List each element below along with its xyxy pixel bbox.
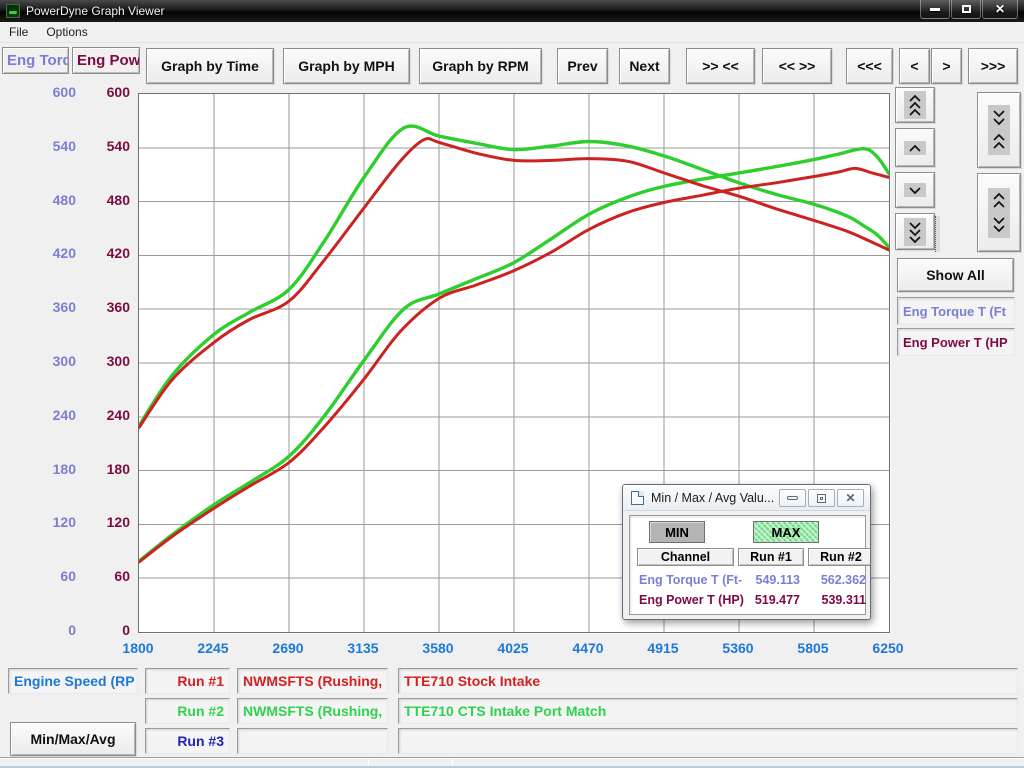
run3-file-box[interactable] xyxy=(237,728,388,754)
y-tick-label: 180 xyxy=(0,461,130,477)
triple-chevron-down-icon xyxy=(904,218,926,246)
x-channel-box[interactable]: Engine Speed (RP xyxy=(8,668,138,694)
menu-bar: File Options xyxy=(0,22,1024,43)
torque-channel-box[interactable]: Eng Torque T (Ft xyxy=(897,297,1015,325)
collapse-vertical-icon xyxy=(988,105,1010,155)
rpm-tick-label: 3580 xyxy=(410,640,466,656)
minmaxavg-button[interactable]: Min/Max/Avg xyxy=(10,722,136,756)
max-toggle-button[interactable]: MAX xyxy=(753,521,819,543)
triple-chevron-up-icon xyxy=(904,91,926,119)
graph-by-mph-button[interactable]: Graph by MPH xyxy=(283,48,410,84)
rpm-tick-label: 2690 xyxy=(260,640,316,656)
jump-left-button[interactable]: <<< xyxy=(846,48,893,84)
scale-down-fast-button[interactable] xyxy=(895,213,935,250)
run2-file-box[interactable]: NWMSFTS (Rushing, xyxy=(237,698,388,724)
torque-run1-max-value: 549.113 xyxy=(738,573,800,587)
minmax-title-bar[interactable]: Min / Max / Avg Valu... ✕ xyxy=(623,485,870,511)
graph-by-rpm-button[interactable]: Graph by RPM xyxy=(419,48,542,84)
next-button[interactable]: Next xyxy=(619,48,670,84)
y-tick-label: 240 xyxy=(0,407,130,423)
restore-icon xyxy=(817,494,826,503)
prev-button[interactable]: Prev xyxy=(557,48,608,84)
step-right-button[interactable]: > xyxy=(931,48,962,84)
scale-down-button[interactable] xyxy=(895,172,935,208)
close-icon: ✕ xyxy=(845,492,855,504)
document-icon xyxy=(631,491,644,505)
minmax-restore-button[interactable] xyxy=(808,489,835,507)
minmax-window-title: Min / Max / Avg Valu... xyxy=(651,491,774,505)
run1-description-box[interactable]: TTE710 Stock Intake xyxy=(398,668,1018,694)
channel-column-header[interactable]: Channel xyxy=(637,548,734,566)
chevron-down-icon xyxy=(904,183,926,197)
step-left-button[interactable]: < xyxy=(899,48,930,84)
rpm-tick-label: 6250 xyxy=(860,640,916,656)
run2-description-box[interactable]: TTE710 CTS Intake Port Match xyxy=(398,698,1018,724)
rpm-tick-label: 4915 xyxy=(635,640,691,656)
y-tick-label: 540 xyxy=(0,138,130,154)
y-tick-label: 360 xyxy=(0,299,130,315)
run1-column-header[interactable]: Run #1 xyxy=(738,548,804,566)
power-channel-box[interactable]: Eng Power T (HP xyxy=(897,328,1015,356)
close-icon: ✕ xyxy=(995,3,1005,15)
min-toggle-button[interactable]: MIN xyxy=(649,521,705,543)
y-tick-label: 120 xyxy=(0,514,130,530)
power-run2-max-value: 539.311 xyxy=(804,593,866,607)
jump-right-button[interactable]: >>> xyxy=(968,48,1018,84)
status-bar xyxy=(0,757,1024,768)
run3-description-box[interactable] xyxy=(398,728,1018,754)
y-tick-label: 600 xyxy=(0,84,130,100)
rpm-tick-label: 2245 xyxy=(185,640,241,656)
run1-label-box: Run #1 xyxy=(145,668,230,694)
title-bar: PowerDyne Graph Viewer ✕ xyxy=(0,0,1024,22)
rpm-tick-label: 1800 xyxy=(110,640,166,656)
run2-label-box: Run #2 xyxy=(145,698,230,724)
minmax-close-button[interactable]: ✕ xyxy=(837,489,864,507)
rpm-tick-label: 4025 xyxy=(485,640,541,656)
y-tick-label: 480 xyxy=(0,192,130,208)
chevron-up-icon xyxy=(904,141,926,155)
maximize-button[interactable] xyxy=(951,0,981,19)
minmax-values-window[interactable]: Min / Max / Avg Valu... ✕ MIN MAX Channe… xyxy=(622,484,871,620)
scale-up-fast-button[interactable] xyxy=(895,87,935,123)
run3-label-box: Run #3 xyxy=(145,728,230,754)
torque-row-label: Eng Torque T (Ft- xyxy=(639,573,742,587)
restore-icon xyxy=(962,5,971,13)
expand-scale-button[interactable] xyxy=(977,173,1021,252)
rpm-tick-label: 5805 xyxy=(785,640,841,656)
y-tick-label: 60 xyxy=(0,568,130,584)
minimize-icon xyxy=(787,496,798,500)
rpm-tick-label: 4470 xyxy=(560,640,616,656)
scale-up-button[interactable] xyxy=(895,128,935,167)
rpm-tick-label: 5360 xyxy=(710,640,766,656)
expand-vertical-icon xyxy=(988,188,1010,238)
power-row-label: Eng Power T (HP) xyxy=(639,593,744,607)
torque-run2-max-value: 562.362 xyxy=(804,573,866,587)
compress-scale-button[interactable] xyxy=(977,92,1021,168)
zoom-in-button[interactable]: >> << xyxy=(686,48,755,84)
graph-by-time-button[interactable]: Graph by Time xyxy=(146,48,274,84)
minmax-minimize-button[interactable] xyxy=(779,489,806,507)
minimize-button[interactable] xyxy=(920,0,950,19)
y-tick-label: 300 xyxy=(0,353,130,369)
hidden-button-edge xyxy=(935,216,940,252)
powerdyne-window: PowerDyne Graph Viewer ✕ File Options En… xyxy=(0,0,1024,768)
minimize-icon xyxy=(930,8,940,11)
zoom-out-button[interactable]: << >> xyxy=(762,48,832,84)
run1-file-box[interactable]: NWMSFTS (Rushing, xyxy=(237,668,388,694)
rpm-tick-label: 3135 xyxy=(335,640,391,656)
y-tick-label: 420 xyxy=(0,245,130,261)
run2-column-header[interactable]: Run #2 xyxy=(808,548,871,566)
power-run1-max-value: 519.477 xyxy=(738,593,800,607)
close-button[interactable]: ✕ xyxy=(982,0,1018,19)
y-tick-label: 0 xyxy=(0,622,130,638)
show-all-button[interactable]: Show All xyxy=(897,258,1014,292)
